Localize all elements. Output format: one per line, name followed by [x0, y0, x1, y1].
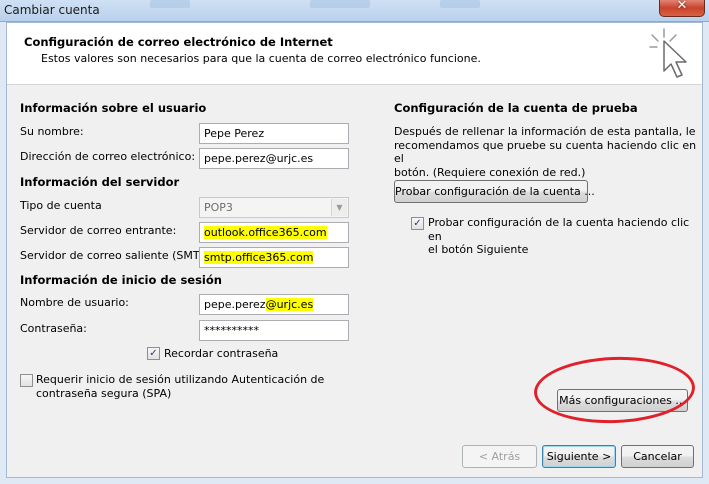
account-type-select: POP3 ▼	[199, 197, 349, 218]
auto-test-label: Probar configuración de la cuenta hacien…	[428, 216, 702, 257]
background-toolbar-fragment	[310, 0, 370, 8]
title-bar: Cambiar cuenta ✕	[0, 0, 709, 22]
annotation-oval	[532, 354, 697, 426]
next-button[interactable]: Siguiente >	[542, 445, 616, 468]
spa-label-line2: contraseña segura (SPA)	[36, 386, 172, 400]
background-toolbar-fragment	[150, 0, 190, 8]
outgoing-server-value: smtp.office365.com	[204, 251, 314, 264]
dialog-body: Configuración de correo electrónico de I…	[6, 22, 703, 478]
test-settings-heading: Configuración de la cuenta de prueba	[394, 101, 638, 115]
password-field[interactable]: **********	[199, 320, 349, 341]
auto-test-checkbox[interactable]: ✓	[411, 217, 424, 230]
test-description-line1: Después de rellenar la información de es…	[394, 125, 696, 138]
password-label: Contraseña:	[20, 322, 87, 335]
name-field[interactable]: Pepe Perez	[199, 123, 349, 144]
name-label: Su nombre:	[20, 125, 84, 138]
spa-label: Requerir inicio de sesión utilizando Aut…	[36, 373, 324, 400]
window-title: Cambiar cuenta	[4, 3, 100, 17]
username-prefix: pepe.perez	[204, 298, 266, 311]
auto-test-label-line2: el botón Siguiente	[428, 243, 529, 256]
incoming-server-label: Servidor de correo entrante:	[20, 224, 177, 237]
username-label: Nombre de usuario:	[20, 296, 129, 309]
email-label: Dirección de correo electrónico:	[20, 150, 196, 163]
spa-label-line1: Requerir inicio de sesión utilizando Aut…	[36, 373, 325, 386]
test-account-button[interactable]: Probar configuración de la cuenta ...	[394, 180, 595, 203]
spa-checkbox[interactable]	[20, 374, 33, 387]
header-title: Configuración de correo electrónico de I…	[24, 35, 333, 49]
user-info-heading: Información sobre el usuario	[20, 101, 207, 115]
background-toolbar-fragment	[440, 0, 480, 8]
cursor-click-icon	[649, 28, 687, 78]
back-button[interactable]: < Atrás	[462, 445, 537, 468]
test-description: Después de rellenar la información de es…	[394, 125, 702, 179]
close-button[interactable]: ✕	[659, 0, 705, 17]
dialog-header: Configuración de correo electrónico de I…	[7, 23, 702, 85]
incoming-server-value: outlook.office365.com	[204, 226, 327, 239]
auto-test-label-line1: Probar configuración de la cuenta hacien…	[428, 216, 690, 243]
remember-password-checkbox[interactable]: ✓	[147, 347, 160, 360]
email-field[interactable]: pepe.perez@urjc.es	[199, 148, 349, 169]
remember-password-label: Recordar contraseña	[164, 347, 279, 360]
login-info-heading: Información de inicio de sesión	[20, 273, 222, 287]
chevron-down-icon: ▼	[331, 199, 347, 216]
account-type-value: POP3	[204, 201, 233, 214]
username-field[interactable]: pepe.perez@urjc.es	[199, 294, 349, 315]
account-type-label: Tipo de cuenta	[20, 199, 102, 212]
outgoing-server-field[interactable]: smtp.office365.com	[199, 247, 349, 268]
server-info-heading: Información del servidor	[20, 175, 180, 189]
close-icon: ✕	[676, 0, 688, 13]
cancel-button[interactable]: Cancelar	[621, 445, 694, 468]
header-subtitle: Estos valores son necesarios para que la…	[41, 52, 481, 65]
test-description-line2: recomendamos que pruebe su cuenta hacien…	[394, 138, 697, 166]
test-description-line3: botón. (Requiere conexión de red.)	[394, 165, 586, 179]
username-domain: @urjc.es	[265, 298, 314, 311]
outgoing-server-label: Servidor de correo saliente (SMTP):	[20, 249, 215, 262]
incoming-server-field[interactable]: outlook.office365.com	[199, 222, 349, 243]
